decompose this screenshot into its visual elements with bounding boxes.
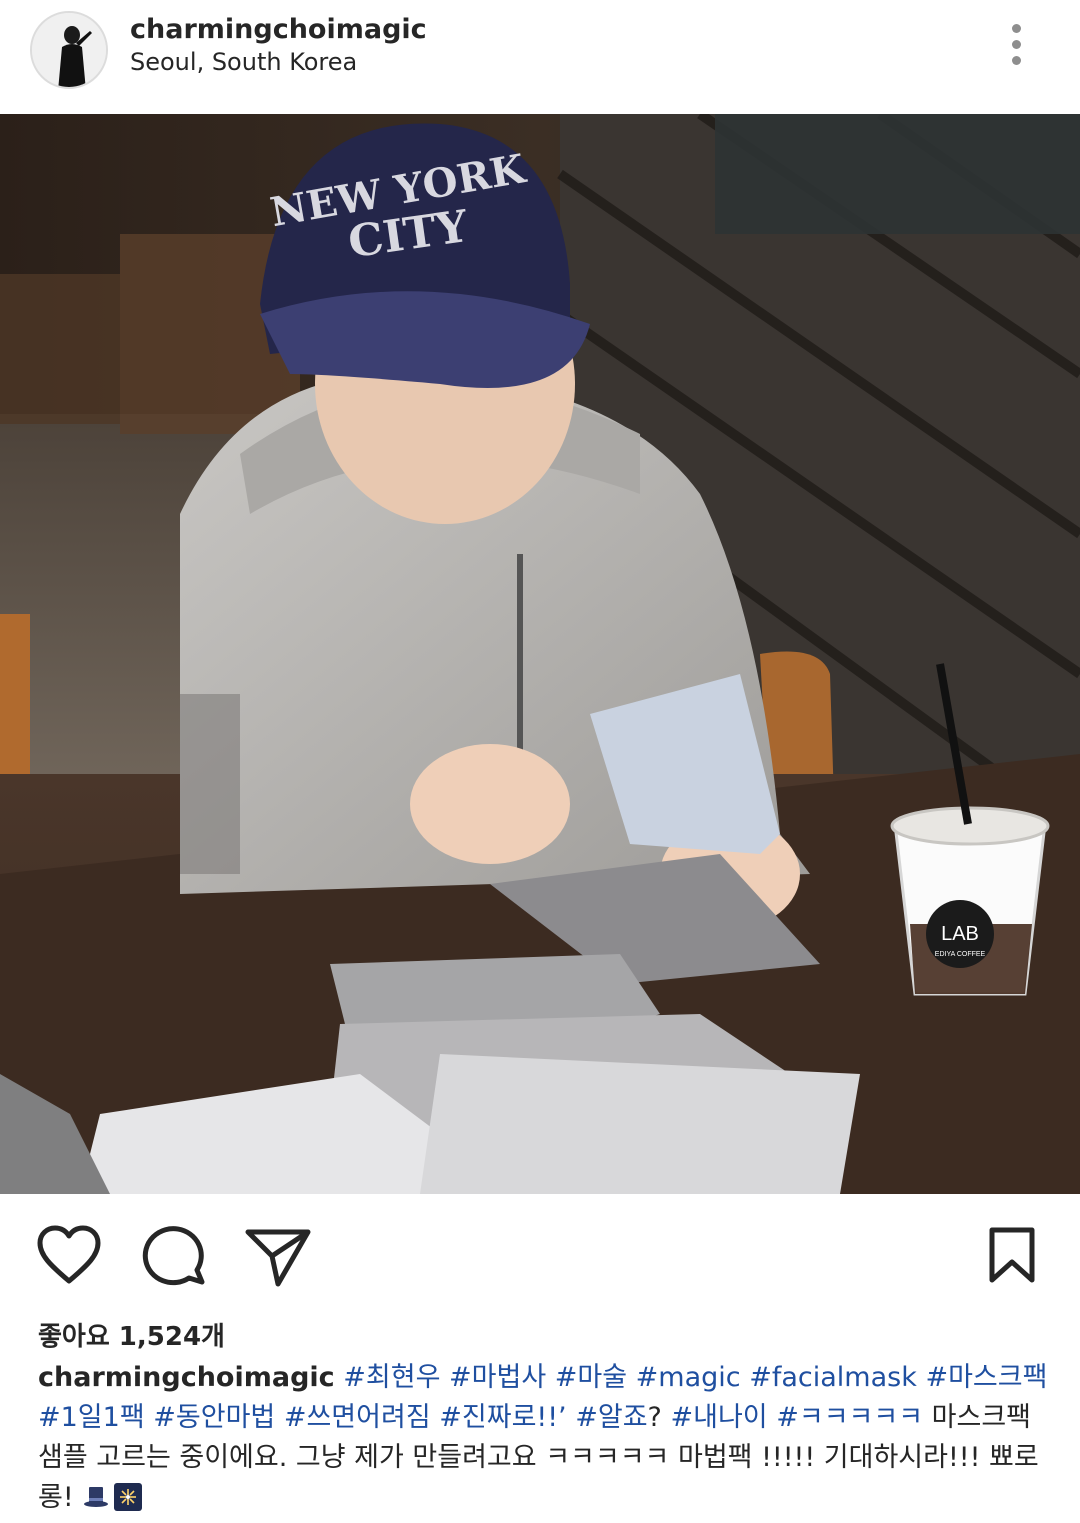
hashtag[interactable]: #magic (636, 1362, 741, 1393)
username-link[interactable]: charmingchoimagic (130, 14, 427, 45)
caption-text: ? (647, 1402, 662, 1433)
hashtag[interactable]: #쓰면어려짐 (284, 1402, 431, 1433)
hashtag[interactable]: #마법사 (449, 1362, 546, 1393)
hashtag[interactable]: #마술 (555, 1362, 627, 1393)
likes-count[interactable]: 좋아요 1,524개 (38, 1316, 225, 1353)
hashtag[interactable]: #동안마법 (153, 1402, 275, 1433)
hashtag[interactable]: #ㅋㅋㅋㅋㅋ (776, 1402, 923, 1433)
location-link[interactable]: Seoul, South Korea (130, 48, 357, 76)
cup-logo-text: LAB (941, 923, 979, 945)
action-bar (0, 1210, 1080, 1300)
photo-illustration: NEW YORK CITY LAB EDIYA COFFEE (0, 114, 1080, 1194)
hashtag[interactable]: #내나이 (670, 1402, 767, 1433)
avatar-silhouette-icon (32, 13, 106, 87)
cup-logo-subtext: EDIYA COFFEE (935, 951, 986, 958)
top-hat-icon (82, 1483, 110, 1511)
caption-author[interactable]: charmingchoimagic (38, 1362, 335, 1393)
hashtag[interactable]: #facialmask (749, 1362, 917, 1393)
hashtag[interactable]: #진짜로!!’ (439, 1402, 566, 1433)
caption: charmingchoimagic #최현우 #마법사 #마술 #magic #… (38, 1358, 1048, 1518)
bookmark-icon[interactable] (988, 1226, 1036, 1284)
hashtag[interactable]: #마스크팩 (925, 1362, 1047, 1393)
more-options-icon[interactable] (996, 20, 1036, 70)
heart-icon[interactable] (36, 1225, 102, 1285)
send-icon[interactable] (244, 1226, 312, 1288)
hashtag[interactable]: #알죠 (575, 1402, 647, 1433)
comment-icon[interactable] (142, 1223, 208, 1287)
fireworks-night-icon (114, 1483, 143, 1511)
post-header: charmingchoimagic Seoul, South Korea (0, 0, 1080, 110)
post-photo[interactable]: NEW YORK CITY LAB EDIYA COFFEE (0, 114, 1080, 1194)
hashtag[interactable]: #최현우 (343, 1362, 440, 1393)
avatar[interactable] (30, 11, 108, 89)
hashtag[interactable]: #1일1팩 (38, 1402, 145, 1433)
